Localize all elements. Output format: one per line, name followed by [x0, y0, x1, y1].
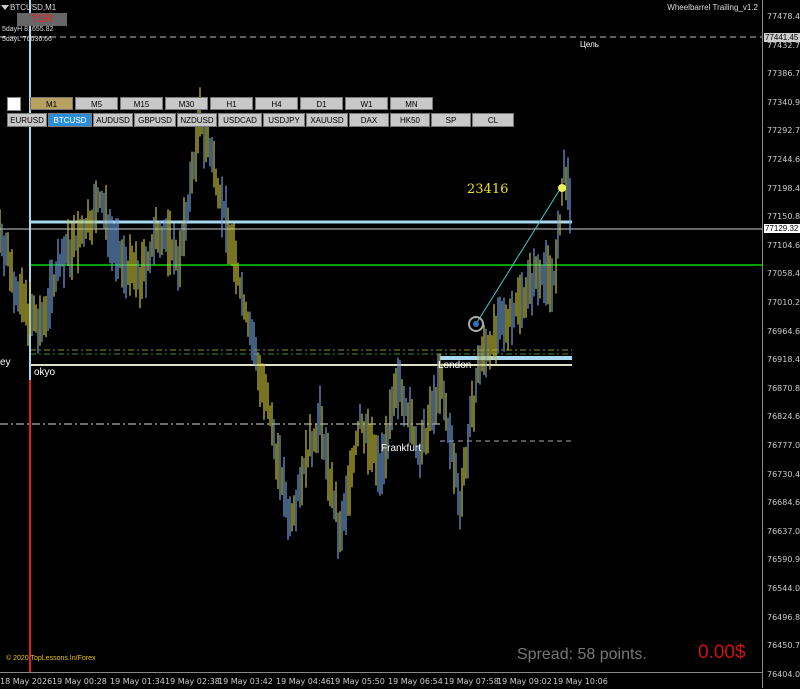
target-price-box: 77441.45	[764, 33, 800, 42]
time-tick-label: 19 May 09:02	[497, 677, 552, 686]
symbol-button-audusd[interactable]: AUDUSD	[93, 113, 133, 127]
time-tick-label: 19 May 01:34	[110, 677, 165, 686]
panel-toggle-checkbox[interactable]	[7, 97, 21, 111]
copyright-text: © 2020 TopLessons.In/Forex	[6, 655, 96, 662]
time-axis[interactable]: 18 May 2026 19 May 00:28 19 May 01:34 19 Ma…	[0, 672, 762, 689]
symbol-button-hk50[interactable]: HK50	[390, 113, 430, 127]
profit-text: 0.00$	[698, 642, 746, 663]
price-tick-label: 76777.00	[767, 441, 800, 450]
symbol-button-eurusd[interactable]: EURUSD	[7, 113, 47, 127]
price-tick-label: 77104.60	[767, 240, 800, 250]
price-tick-label: 76870.80	[767, 383, 800, 393]
time-tick-label: 19 May 06:54	[388, 677, 443, 686]
price-tick-label: 76730.40	[767, 469, 800, 479]
symbol-button-sp[interactable]: SP	[431, 113, 471, 127]
timeframe-button-m5[interactable]: M5	[75, 97, 118, 110]
price-tick-label: 77198.40	[767, 183, 800, 193]
timeframe-button-h1[interactable]: H1	[210, 97, 253, 110]
trend-line	[475, 185, 563, 325]
price-tick-label: 77478.40	[767, 12, 800, 21]
symbol-button-nzdusd[interactable]: NZDUSD	[177, 113, 217, 127]
timeframe-button-m30[interactable]: M30	[165, 97, 208, 110]
price-tick-label: 76684.60	[767, 498, 800, 508]
price-tick-label: 76590.90	[767, 555, 800, 565]
time-tick-label: 19 May 07:58	[444, 677, 499, 686]
five-day-low: 5dayL 76036.66	[2, 36, 52, 43]
price-tick-label: 77150.80	[767, 212, 800, 222]
price-tick-label: 76544.00	[767, 584, 800, 593]
time-tick-label: 19 May 05:50	[330, 677, 385, 686]
timeframe-bar: M1 M5 M15 M30 H1 H4 D1 W1 MN	[30, 97, 433, 110]
price-tick-label: 77340.90	[767, 97, 800, 107]
current-price-box: 77129.32	[764, 224, 800, 233]
symbol-button-gbpusd[interactable]: GBPUSD	[134, 113, 176, 127]
price-tick-label: 76496.80	[767, 612, 800, 622]
distance-points-label: 23416	[467, 182, 509, 197]
time-tick-label: 19 May 03:42	[218, 677, 273, 686]
symbol-button-xauusd[interactable]: XAUUSD	[306, 113, 348, 127]
timeframe-button-d1[interactable]: D1	[300, 97, 343, 110]
time-tick-label: 18 May 2026	[0, 677, 53, 686]
price-tick-label: 77386.70	[767, 69, 800, 79]
session-tokyo-label: okyo	[34, 367, 56, 378]
time-tick-label: 19 May 04:46	[276, 677, 331, 686]
timeframe-button-m15[interactable]: M15	[120, 97, 163, 110]
spread-text: Spread: 58 points.	[517, 646, 647, 663]
ea-title: Wheelbarrel Trailing_v1.2	[667, 3, 758, 12]
chart-area[interactable]: BTCUSD,M1 TSR 5dayH 81655.82 5dayL 76036…	[0, 0, 762, 672]
timeframe-button-w1[interactable]: W1	[345, 97, 388, 110]
price-axis[interactable]: 77478.4077432.7077386.7077340.9077292.70…	[762, 0, 800, 688]
tsr-button[interactable]: TSR	[17, 13, 67, 26]
symbol-button-dax[interactable]: DAX	[349, 113, 389, 127]
price-tick-label: 77244.60	[767, 155, 800, 164]
target-label: Цель	[580, 40, 599, 49]
timeframe-button-m1[interactable]: M1	[30, 97, 73, 110]
price-tick-label: 76637.00	[767, 526, 800, 536]
price-tick-label: 77292.70	[767, 126, 800, 136]
price-tick-label: 76450.70	[767, 641, 800, 651]
five-day-high: 5dayH 81655.82	[2, 26, 54, 33]
symbol-button-usdjpy[interactable]: USDJPY	[263, 113, 305, 127]
symbol-button-usdcad[interactable]: USDCAD	[218, 113, 262, 127]
price-tick-label: 76918.40	[767, 355, 800, 365]
timeframe-button-mn[interactable]: MN	[390, 97, 433, 110]
price-tick-label: 76404.00	[767, 669, 800, 679]
time-tick-label: 19 May 10:06	[553, 677, 608, 686]
entry-marker-center	[473, 321, 479, 327]
price-tick-label: 77010.20	[767, 298, 800, 307]
session-sydney-label: ey	[0, 357, 11, 368]
price-tick-label: 77058.40	[767, 269, 800, 279]
price-tick-label: 76964.60	[767, 326, 800, 336]
price-tick-label: 76824.60	[767, 412, 800, 422]
time-tick-label: 19 May 00:28	[52, 677, 107, 686]
symbol-bar: EURUSD BTCUSD AUDUSD GBPUSD NZDUSD USDCAD USDJ…	[7, 113, 514, 127]
dropdown-triangle-icon[interactable]	[1, 5, 9, 10]
session-frankfurt-label: Frankfurt	[381, 443, 422, 454]
time-tick-label: 19 May 02:38	[165, 677, 220, 686]
target-marker	[558, 184, 566, 192]
session-london-label: London	[438, 360, 472, 371]
timeframe-button-h4[interactable]: H4	[255, 97, 298, 110]
symbol-button-cl[interactable]: CL	[472, 113, 514, 127]
symbol-button-btcusd[interactable]: BTCUSD	[48, 113, 92, 127]
symbol-title: BTCUSD,M1	[10, 3, 57, 12]
